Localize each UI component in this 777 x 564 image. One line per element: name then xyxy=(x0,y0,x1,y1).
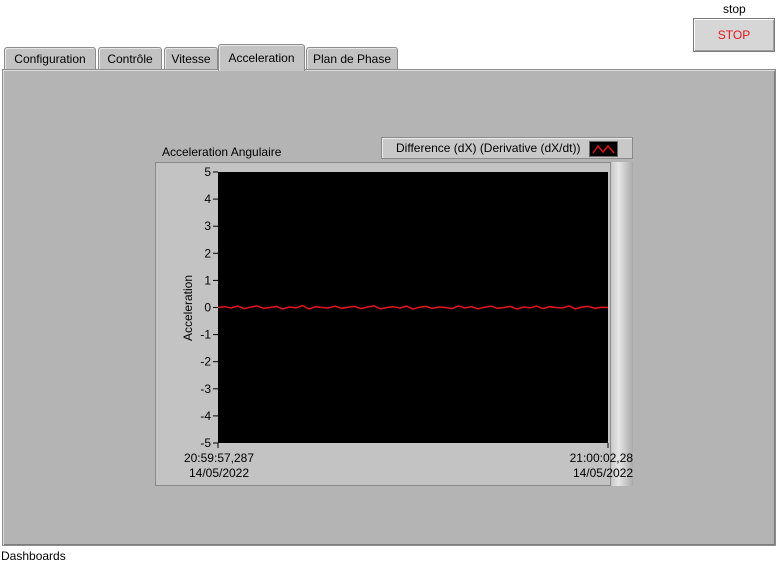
y-tick-label: -4 xyxy=(200,409,211,423)
y-tick-label: -3 xyxy=(200,382,211,396)
chart-svg: 543210-1-2-3-4-520:59:57,28714/05/202221… xyxy=(184,165,634,480)
y-tick-label: 4 xyxy=(204,192,211,206)
y-tick-label: 5 xyxy=(204,165,211,179)
x-tick-time-label: 21:00:02,28 xyxy=(570,451,634,465)
status-bar-text: Dashboards xyxy=(1,549,66,563)
x-tick-date-label: 14/05/2022 xyxy=(189,466,249,480)
tab-acceleration[interactable]: Acceleration xyxy=(218,44,305,71)
series-line xyxy=(217,304,609,310)
y-tick-label: 1 xyxy=(204,273,211,287)
y-tick-label: -5 xyxy=(200,436,211,450)
y-tick-label: -2 xyxy=(200,355,211,369)
y-tick-label: 0 xyxy=(204,301,211,315)
y-tick-label: -1 xyxy=(200,328,211,342)
x-tick-date-label: 14/05/2022 xyxy=(573,466,633,480)
y-tick-label: 2 xyxy=(204,246,211,260)
y-tick-label: 3 xyxy=(204,219,211,233)
x-tick-time-label: 20:59:57,287 xyxy=(184,451,254,465)
